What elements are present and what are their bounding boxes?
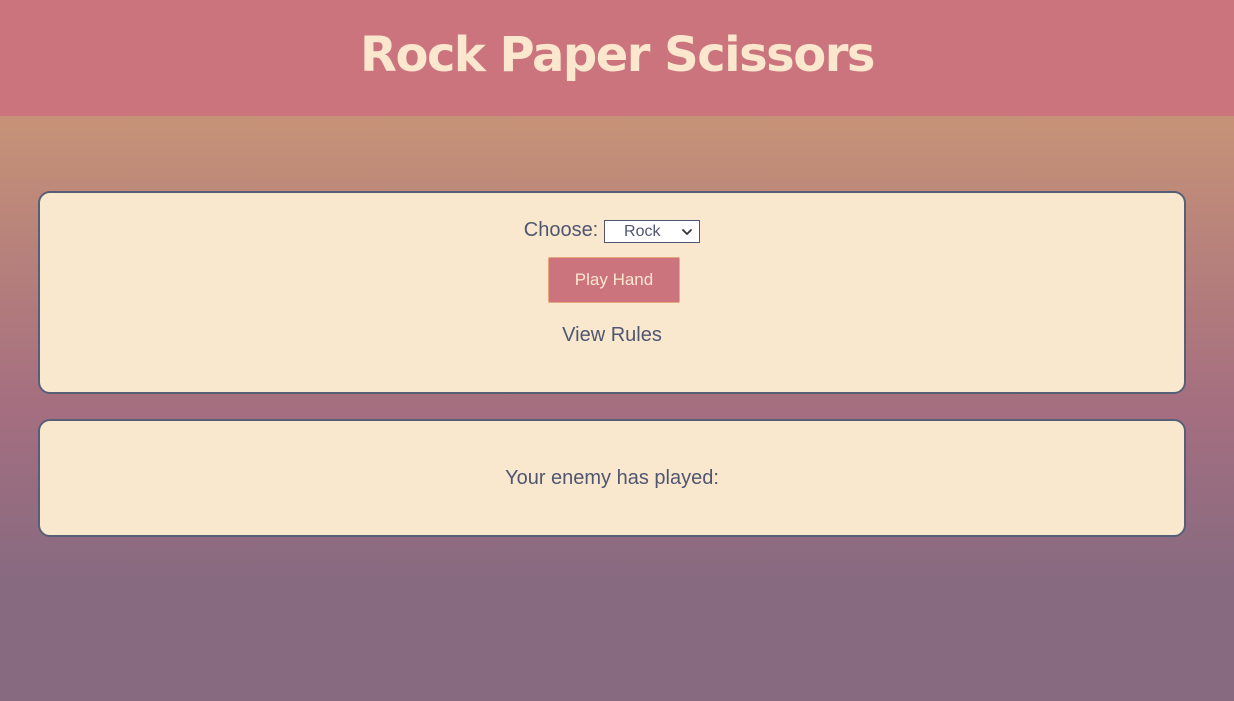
choose-row: Choose: Rock xyxy=(40,218,1184,243)
enemy-played-text: Your enemy has played: xyxy=(505,467,719,489)
page-title: Rock Paper Scissors xyxy=(360,27,875,83)
result-card: Your enemy has played: xyxy=(38,419,1186,537)
view-rules-link[interactable]: View Rules xyxy=(40,324,1184,347)
play-hand-button[interactable]: Play Hand xyxy=(548,257,680,303)
page-header: Rock Paper Scissors xyxy=(0,0,1234,116)
controls-card: Choose: Rock Play Hand View Rules xyxy=(38,191,1186,394)
choose-label: Choose: xyxy=(523,219,599,241)
hand-select[interactable]: Rock xyxy=(604,220,701,243)
hand-select-value: Rock xyxy=(624,222,661,240)
chevron-down-icon xyxy=(682,229,693,235)
